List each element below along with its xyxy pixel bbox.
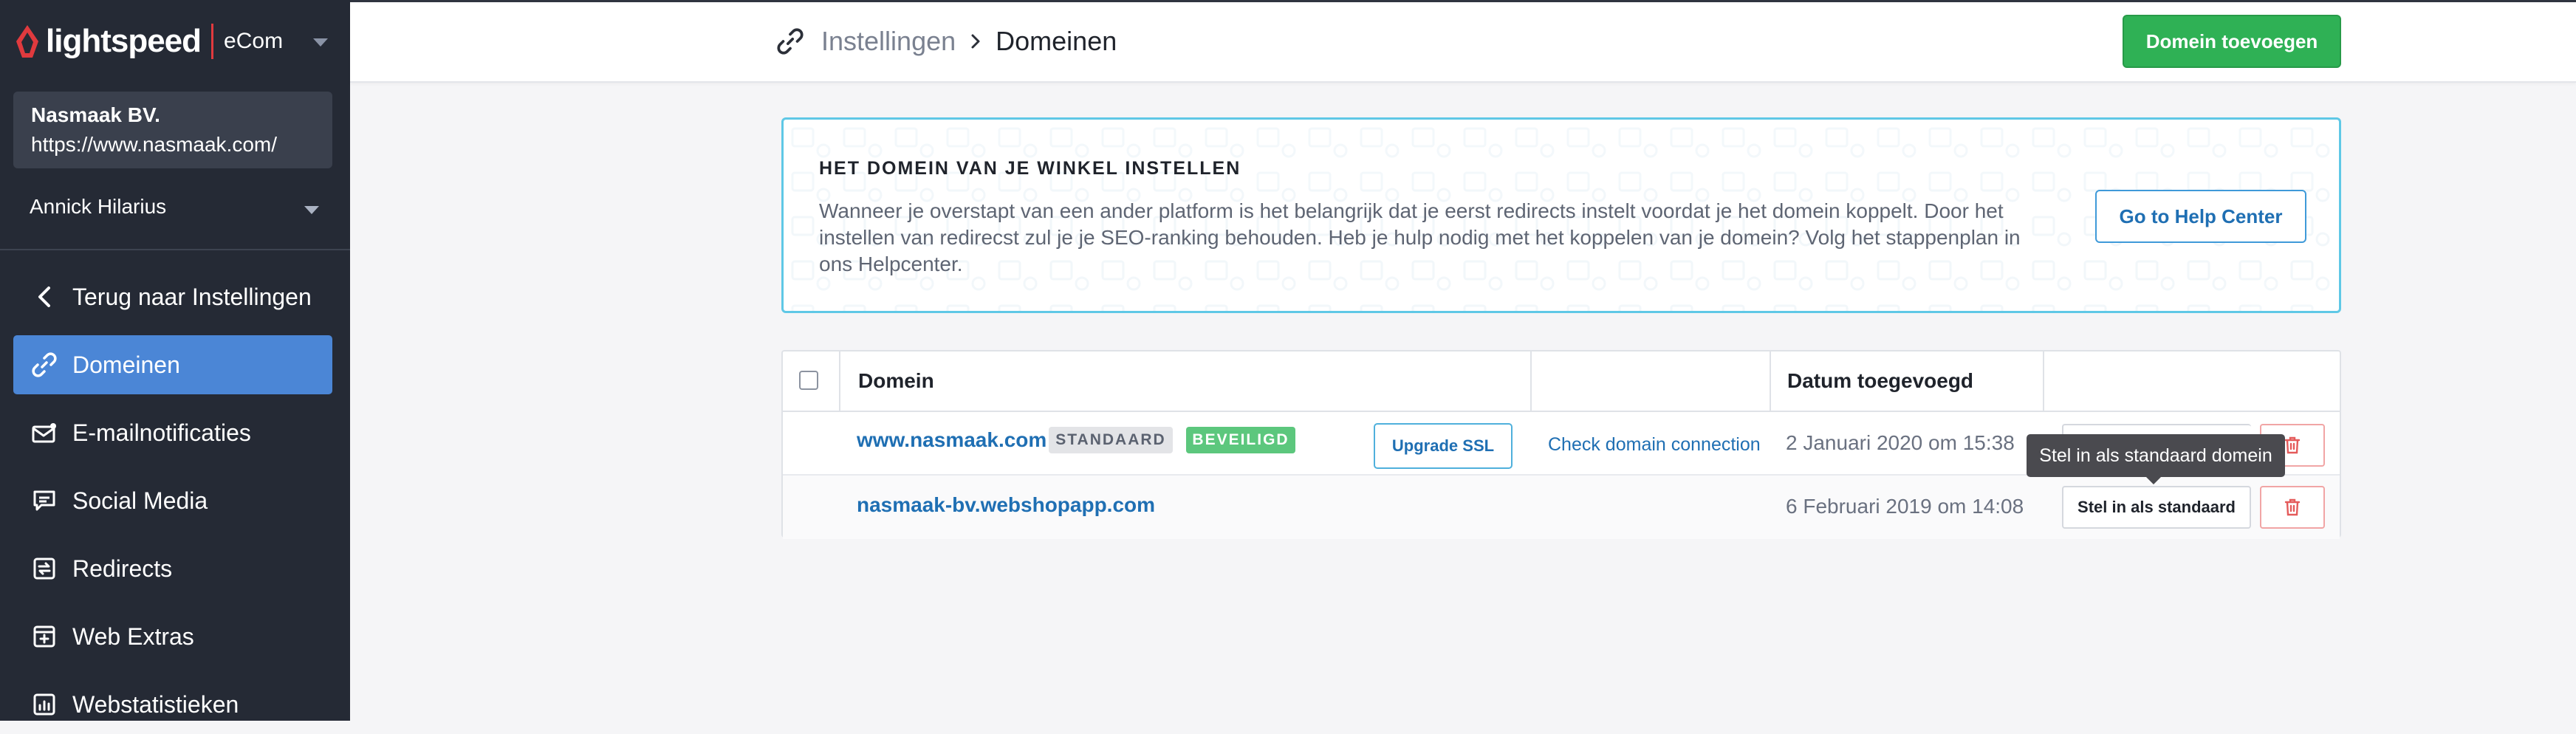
back-chevron-icon [31, 284, 58, 310]
select-all-checkbox[interactable] [799, 371, 818, 390]
domain-link[interactable]: www.nasmaak.com [857, 428, 1046, 452]
brand-name: lightspeed [46, 23, 202, 59]
set-default-button[interactable]: Stel in als standaard [2062, 486, 2251, 529]
chat-icon [31, 487, 58, 514]
info-title: HET DOMEIN VAN JE WINKEL INSTELLEN [819, 158, 1241, 179]
add-domain-button[interactable]: Domein toevoegen [2123, 15, 2341, 68]
brand-logo[interactable]: lightspeed eCom [13, 21, 283, 62]
sidebar-item-web-statistics[interactable]: Webstatistieken [13, 675, 332, 734]
sidebar: lightspeed eCom Nasmaak BV. https://www.… [0, 0, 350, 721]
brand-divider [211, 24, 214, 59]
sidebar-divider [0, 249, 350, 250]
breadcrumb-current: Domeinen [996, 26, 1117, 56]
breadcrumb: Instellingen Domeinen [777, 22, 1117, 61]
sidebar-item-email-notifications[interactable]: E-mailnotificaties [13, 403, 332, 462]
trash-icon [2284, 498, 2301, 516]
product-name: eCom [224, 29, 284, 53]
product-switch-chevron-down-icon[interactable] [313, 38, 328, 47]
store-switcher[interactable]: Nasmaak BV. https://www.nasmaak.com/ [13, 92, 332, 168]
chevron-right-icon [971, 34, 980, 49]
breadcrumb-parent-link[interactable]: Instellingen [821, 26, 956, 57]
store-name: Nasmaak BV. [31, 103, 160, 126]
sidebar-item-back-to-settings[interactable]: Terug naar Instellingen [13, 267, 332, 326]
sidebar-item-label: Redirects [72, 555, 173, 582]
check-domain-connection-link[interactable]: Check domain connection [1548, 434, 1761, 456]
stats-icon [31, 691, 58, 718]
link-icon [777, 28, 804, 55]
sidebar-item-web-extras[interactable]: Web Extras [13, 607, 332, 666]
sidebar-item-label: Terug naar Instellingen [72, 283, 312, 310]
sidebar-item-label: Webstatistieken [72, 690, 239, 718]
date-added: 2 Januari 2020 om 15:38 [1786, 431, 2015, 454]
delete-button[interactable] [2260, 486, 2325, 529]
upgrade-ssl-button[interactable]: Upgrade SSL [1374, 423, 1513, 469]
sidebar-item-social-media[interactable]: Social Media [13, 471, 332, 530]
redirect-icon [31, 555, 58, 582]
column-divider [1530, 351, 1532, 411]
sidebar-item-label: Web Extras [72, 622, 194, 650]
sidebar-item-label: E-mailnotificaties [72, 419, 251, 446]
info-text: Wanneer je overstapt van een ander platf… [819, 199, 2021, 275]
sidebar-item-label: Domeinen [72, 351, 180, 378]
user-menu[interactable]: Annick Hilarius [30, 195, 166, 219]
user-menu-chevron-down-icon[interactable] [304, 206, 319, 214]
column-header-date-added[interactable]: Datum toegevoegd [1787, 369, 1973, 393]
date-added: 6 Februari 2019 om 14:08 [1786, 495, 2024, 518]
tooltip: Stel in als standaard domein [2027, 434, 2285, 477]
mail-icon [31, 419, 58, 446]
column-header-domain[interactable]: Domein [858, 369, 934, 393]
table-header: Domein Datum toegevoegd [783, 351, 2340, 412]
column-divider [839, 351, 840, 411]
status-badge-secured: BEVEILIGD [1186, 427, 1295, 453]
status-badge-standard: STANDAARD [1049, 427, 1173, 453]
sidebar-item-domeinen[interactable]: Domeinen [13, 335, 332, 394]
help-center-button[interactable]: Go to Help Center [2095, 190, 2306, 243]
sidebar-item-redirects[interactable]: Redirects [13, 539, 332, 598]
plus-box-icon [31, 623, 58, 650]
sidebar-item-label: Social Media [72, 487, 208, 514]
column-divider [2043, 351, 2044, 411]
lightspeed-flame-icon [16, 25, 38, 58]
top-border [350, 0, 2576, 2]
store-url: https://www.nasmaak.com/ [31, 133, 278, 156]
trash-icon [2284, 436, 2301, 454]
link-icon [31, 351, 58, 378]
tooltip-arrow [2146, 477, 2161, 484]
domain-link[interactable]: nasmaak-bv.webshopapp.com [857, 493, 1155, 517]
info-panel: HET DOMEIN VAN JE WINKEL INSTELLEN Wanne… [781, 117, 2341, 313]
column-divider [1770, 351, 1771, 411]
